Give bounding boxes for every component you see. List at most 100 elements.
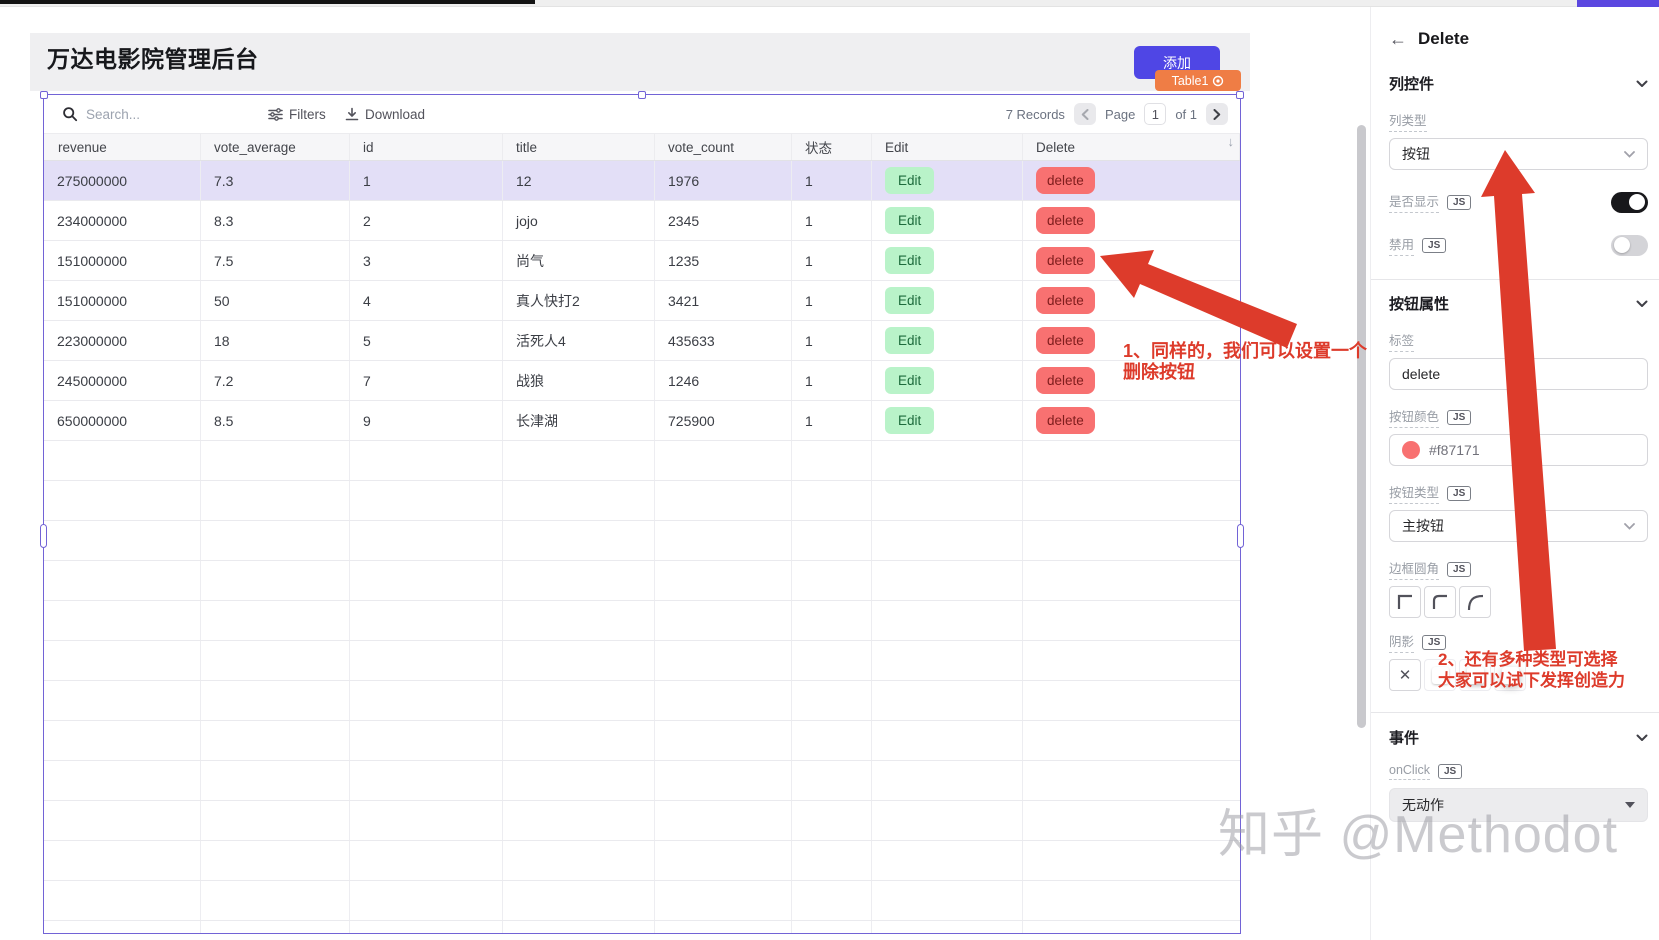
column-header-Edit[interactable]: Edit: [872, 134, 1023, 160]
color-label: 按钮颜色: [1389, 406, 1440, 428]
search-input[interactable]: Search...: [62, 95, 140, 133]
gear-icon[interactable]: [1212, 75, 1224, 87]
column-header-vote_average[interactable]: vote_average: [201, 134, 350, 160]
radius-large-button[interactable]: [1459, 586, 1491, 618]
delete-button[interactable]: delete: [1036, 247, 1095, 274]
js-badge-onclick[interactable]: JS: [1438, 764, 1463, 779]
radius-small-button[interactable]: [1424, 586, 1456, 618]
delete-button[interactable]: delete: [1036, 327, 1095, 354]
shadow-small-button[interactable]: [1424, 659, 1456, 691]
resize-handle-right[interactable]: [1237, 524, 1244, 548]
table-cell-edit: Edit: [872, 401, 1023, 440]
button-type-select[interactable]: 主按钮: [1389, 510, 1648, 542]
back-icon[interactable]: ←: [1389, 30, 1407, 48]
column-header-revenue[interactable]: revenue: [44, 134, 201, 160]
delete-button[interactable]: delete: [1036, 367, 1095, 394]
edit-button[interactable]: Edit: [885, 247, 935, 274]
empty-cell: [44, 521, 201, 560]
delete-button[interactable]: delete: [1036, 167, 1095, 194]
page-number-input[interactable]: 1: [1144, 103, 1167, 125]
table-widget[interactable]: Search... Filters Download 7 Records Pag…: [43, 94, 1241, 934]
shadow-none-button[interactable]: ✕: [1389, 659, 1421, 691]
filters-button[interactable]: Filters: [268, 95, 326, 133]
chevron-down-icon[interactable]: [1636, 300, 1648, 308]
edit-button[interactable]: Edit: [885, 207, 935, 234]
table-cell: 12: [503, 161, 655, 200]
button-label-input[interactable]: delete: [1389, 358, 1648, 390]
table-row[interactable]: 275000000 7.3 1 12 1976 1 Edit delete: [44, 161, 1240, 201]
js-badge-visible[interactable]: JS: [1447, 194, 1472, 210]
js-badge-disabled[interactable]: JS: [1422, 237, 1447, 253]
button-type-value: 主按钮: [1402, 518, 1444, 534]
table-row[interactable]: 223000000 18 5 活死人4 435633 1 Edit delete: [44, 321, 1240, 361]
table-cell: 3421: [655, 281, 792, 320]
next-page-button[interactable]: [1206, 103, 1228, 125]
delete-button[interactable]: delete: [1036, 407, 1095, 434]
resize-handle-top-right[interactable]: [1236, 91, 1244, 99]
delete-button[interactable]: delete: [1036, 207, 1095, 234]
disabled-toggle[interactable]: [1611, 234, 1648, 256]
column-header-Delete[interactable]: Delete: [1023, 134, 1240, 160]
type-label: 按钮类型: [1389, 482, 1440, 504]
edit-button[interactable]: Edit: [885, 367, 935, 394]
section-column-controls[interactable]: 列控件: [1389, 73, 1648, 94]
edit-button[interactable]: Edit: [885, 287, 935, 314]
divider: [1371, 712, 1659, 713]
edit-button[interactable]: Edit: [885, 407, 935, 434]
top-accent-button[interactable]: [1577, 0, 1659, 7]
table-row[interactable]: 151000000 50 4 真人快打2 3421 1 Edit delete: [44, 281, 1240, 321]
resize-handle-left[interactable]: [40, 524, 47, 548]
shadow-large-button[interactable]: [1494, 659, 1526, 691]
button-color-field[interactable]: #f87171: [1389, 434, 1648, 466]
table-cell: 7.3: [201, 161, 350, 200]
download-button[interactable]: Download: [345, 95, 425, 133]
js-badge-shadow[interactable]: JS: [1422, 634, 1447, 650]
prev-page-button[interactable]: [1073, 103, 1096, 125]
table-row[interactable]: 245000000 7.2 7 战狼 1246 1 Edit delete: [44, 361, 1240, 401]
column-type-value: 按钮: [1402, 146, 1430, 162]
empty-cell: [655, 881, 792, 920]
chevron-down-icon[interactable]: [1636, 734, 1648, 742]
js-badge-radius[interactable]: JS: [1447, 561, 1472, 577]
table-row[interactable]: 650000000 8.5 9 长津湖 725900 1 Edit delete: [44, 401, 1240, 441]
resize-handle-top-left[interactable]: [40, 91, 48, 99]
caret-down-icon: [1625, 802, 1635, 808]
table-cell: 725900: [655, 401, 792, 440]
js-badge-type[interactable]: JS: [1447, 485, 1472, 501]
widget-tag[interactable]: Table1: [1155, 70, 1241, 91]
edit-button[interactable]: Edit: [885, 327, 935, 354]
onclick-action-select[interactable]: 无动作: [1389, 788, 1648, 822]
color-swatch[interactable]: [1402, 441, 1420, 459]
empty-cell: [350, 601, 503, 640]
column-header-title[interactable]: title: [503, 134, 655, 160]
empty-cell: [350, 441, 503, 480]
table-cell: 2: [350, 201, 503, 240]
table-row[interactable]: 234000000 8.3 2 jojo 2345 1 Edit delete: [44, 201, 1240, 241]
widget-tag-label: Table1: [1171, 73, 1209, 88]
column-header-vote_count[interactable]: vote_count: [655, 134, 792, 160]
empty-cell: [201, 561, 350, 600]
empty-cell: [503, 681, 655, 720]
section-button-props[interactable]: 按钮属性: [1389, 293, 1648, 314]
empty-cell: [1023, 881, 1240, 920]
empty-cell: [872, 481, 1023, 520]
empty-cell: [44, 441, 201, 480]
js-badge-color[interactable]: JS: [1447, 409, 1472, 425]
radius-none-button[interactable]: [1389, 586, 1421, 618]
section-events[interactable]: 事件: [1389, 727, 1648, 748]
table-row[interactable]: 151000000 7.5 3 尚气 1235 1 Edit delete: [44, 241, 1240, 281]
table-cell: 1: [792, 361, 872, 400]
resize-handle-top-center[interactable]: [638, 91, 646, 99]
table-cell: 7.2: [201, 361, 350, 400]
chevron-down-icon[interactable]: [1636, 80, 1648, 88]
column-type-select[interactable]: 按钮: [1389, 138, 1648, 170]
edit-button[interactable]: Edit: [885, 167, 935, 194]
shadow-medium-button[interactable]: [1459, 659, 1491, 691]
empty-cell: [44, 481, 201, 520]
table-cell-delete: delete: [1023, 401, 1240, 440]
panel-scrollbar-thumb[interactable]: [1357, 125, 1366, 728]
column-header-id[interactable]: id: [350, 134, 503, 160]
delete-button[interactable]: delete: [1036, 287, 1095, 314]
visible-toggle[interactable]: [1611, 191, 1648, 213]
column-header-[interactable]: 状态: [792, 134, 872, 160]
